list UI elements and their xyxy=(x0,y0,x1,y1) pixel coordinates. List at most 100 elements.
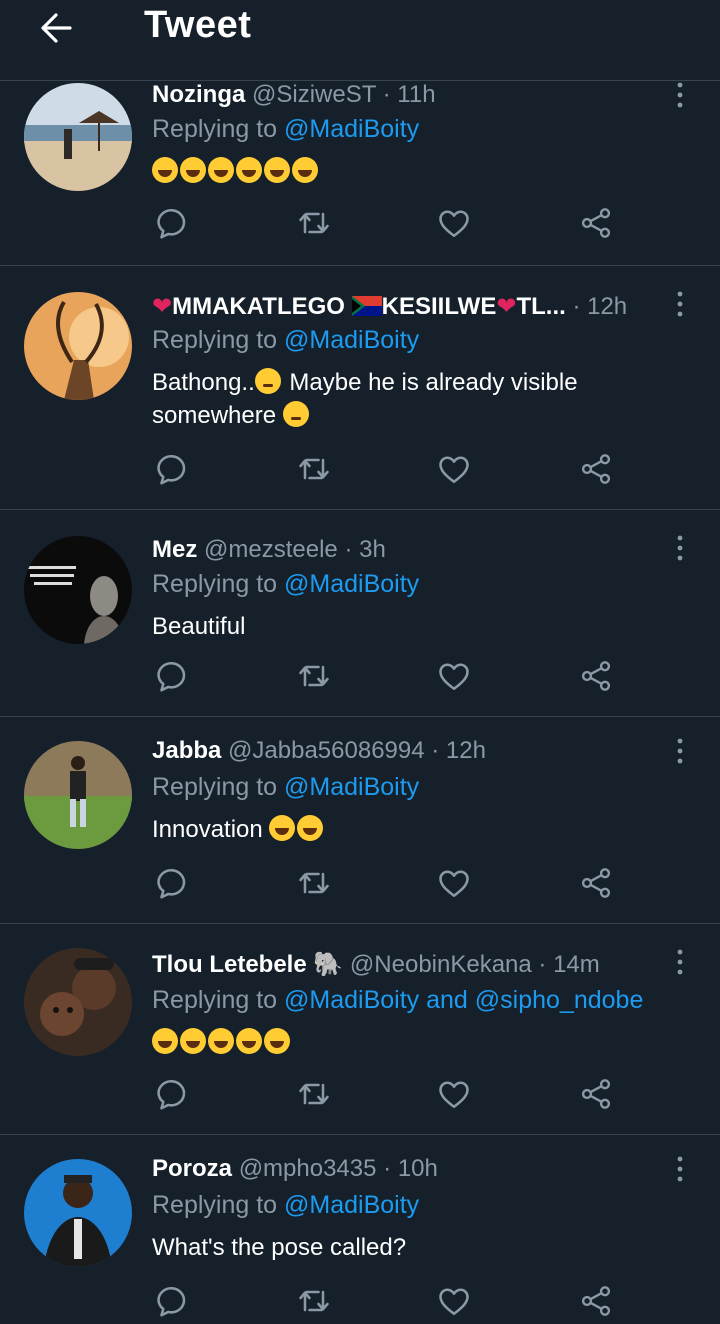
tweet-item[interactable]: Poroza @mpho3435 · 10h Replying to @Madi… xyxy=(0,1135,720,1305)
replying-to-label: Replying to xyxy=(152,115,278,143)
share-icon[interactable] xyxy=(578,865,618,905)
tweet-item[interactable]: Nozinga @SiziweST · 11h Replying to @Mad… xyxy=(0,81,720,266)
user-handle[interactable]: @mpho3435 xyxy=(239,1155,377,1182)
rofl-emoji-icon xyxy=(152,157,178,183)
reply-icon[interactable] xyxy=(154,1076,194,1116)
tweet-text xyxy=(152,155,672,188)
tweet-actions xyxy=(152,1076,622,1116)
mention-link[interactable]: @MadiBoity xyxy=(284,1191,419,1219)
thinking-emoji-icon xyxy=(282,401,309,427)
display-name-part[interactable]: KESIILWE xyxy=(382,293,497,320)
replying-to: Replying to @MadiBoity and @sipho_ndobe xyxy=(152,986,643,1015)
heart-emoji-icon: ❤ xyxy=(496,293,517,320)
share-icon[interactable] xyxy=(578,658,618,698)
replying-to: Replying to @MadiBoity xyxy=(152,570,419,599)
tweet-item[interactable]: Mez @mezsteele · 3h Replying to @MadiBoi… xyxy=(0,510,720,717)
retweet-icon[interactable] xyxy=(296,658,336,698)
user-handle[interactable]: @NeobinKekana xyxy=(350,951,532,978)
rofl-emoji-icon xyxy=(269,815,296,841)
mention-link[interactable]: @MadiBoity xyxy=(284,570,419,598)
tweet-text xyxy=(152,1026,672,1059)
like-icon[interactable] xyxy=(436,658,476,698)
rofl-emoji-icon xyxy=(180,157,206,183)
replying-to: Replying to @MadiBoity xyxy=(152,326,419,355)
rofl-emoji-icon xyxy=(264,1028,290,1054)
retweet-icon[interactable] xyxy=(296,1076,336,1116)
replying-to: Replying to @MadiBoity xyxy=(152,1191,419,1220)
display-name[interactable]: Poroza xyxy=(152,1155,232,1182)
reply-icon[interactable] xyxy=(154,1283,194,1323)
timestamp[interactable]: · 3h xyxy=(344,536,385,563)
share-icon[interactable] xyxy=(578,1076,618,1116)
like-icon[interactable] xyxy=(436,451,476,491)
avatar[interactable] xyxy=(24,948,132,1056)
display-name[interactable]: Mez xyxy=(152,536,197,563)
display-name[interactable]: Nozinga xyxy=(152,81,245,108)
rofl-emoji-icon xyxy=(264,157,290,183)
display-name[interactable]: Tlou Letebele xyxy=(152,951,307,978)
rofl-emoji-icon xyxy=(236,157,262,183)
avatar[interactable] xyxy=(24,292,132,400)
replying-to-label: Replying to xyxy=(152,1191,278,1219)
joy-emoji-icon xyxy=(208,1028,234,1054)
mention-link[interactable]: @MadiBoity xyxy=(284,773,419,801)
display-name[interactable]: Jabba xyxy=(152,737,221,764)
replying-to-label: Replying to xyxy=(152,326,278,354)
reply-icon[interactable] xyxy=(154,865,194,905)
joy-emoji-icon xyxy=(180,1028,206,1054)
timestamp[interactable]: · 12h xyxy=(431,737,486,764)
mention-link[interactable]: @MadiBoity xyxy=(284,326,419,354)
more-options-icon[interactable] xyxy=(668,534,692,562)
share-icon[interactable] xyxy=(578,1283,618,1323)
retweet-icon[interactable] xyxy=(296,451,336,491)
heart-emoji-icon: ❤ xyxy=(152,293,173,320)
more-options-icon[interactable] xyxy=(668,81,692,109)
like-icon[interactable] xyxy=(436,865,476,905)
tweet-item[interactable]: ❤MMAKATLEGO KESIILWE❤TL... · 12h Replyin… xyxy=(0,266,720,510)
timestamp[interactable]: · 14m xyxy=(538,951,599,978)
display-name-part[interactable]: TL... xyxy=(516,293,565,320)
like-icon[interactable] xyxy=(436,205,476,245)
timestamp[interactable]: · 11h xyxy=(383,81,436,108)
top-app-bar: Tweet xyxy=(0,0,720,81)
display-name[interactable]: MMAKATLEGO xyxy=(172,293,345,320)
user-handle[interactable]: @Jabba56086994 xyxy=(228,737,425,764)
like-icon[interactable] xyxy=(436,1076,476,1116)
more-options-icon[interactable] xyxy=(668,737,692,765)
more-options-icon[interactable] xyxy=(668,1155,692,1183)
elephant-emoji-icon: 🐘 xyxy=(313,951,344,978)
more-options-icon[interactable] xyxy=(668,290,692,318)
retweet-icon[interactable] xyxy=(296,1283,336,1323)
mention-link[interactable]: @MadiBoity xyxy=(284,115,419,143)
retweet-icon[interactable] xyxy=(296,865,336,905)
user-handle[interactable]: @SiziweST xyxy=(252,81,376,108)
avatar[interactable] xyxy=(24,741,132,849)
rofl-emoji-icon xyxy=(297,815,324,841)
tweet-text-part: Bathong.. xyxy=(152,369,255,396)
like-icon[interactable] xyxy=(436,1283,476,1323)
tweet-text: Beautiful xyxy=(152,613,246,640)
reply-list: Nozinga @SiziweST · 11h Replying to @Mad… xyxy=(0,81,720,1305)
retweet-icon[interactable] xyxy=(296,205,336,245)
avatar[interactable] xyxy=(24,1159,132,1267)
share-icon[interactable] xyxy=(578,205,618,245)
share-icon[interactable] xyxy=(578,451,618,491)
more-options-icon[interactable] xyxy=(668,948,692,976)
replying-to: Replying to @MadiBoity xyxy=(152,115,419,144)
replying-to-label: Replying to xyxy=(152,570,278,598)
back-arrow-icon[interactable] xyxy=(36,8,76,48)
tweet-actions xyxy=(152,205,622,245)
avatar[interactable] xyxy=(24,83,132,191)
reply-icon[interactable] xyxy=(154,205,194,245)
timestamp[interactable]: · 12h xyxy=(572,293,627,320)
tweet-item[interactable]: Jabba @Jabba56086994 · 12h Replying to @… xyxy=(0,717,720,924)
user-handle[interactable]: @mezsteele xyxy=(204,536,338,563)
avatar[interactable] xyxy=(24,536,132,644)
tweet-item[interactable]: Tlou Letebele 🐘 @NeobinKekana · 14m Repl… xyxy=(0,924,720,1135)
timestamp[interactable]: · 10h xyxy=(383,1155,438,1182)
tweet-text: What's the pose called? xyxy=(152,1234,407,1261)
mention-link[interactable]: @MadiBoity and @sipho_ndobe xyxy=(284,986,643,1014)
page-title: Tweet xyxy=(144,4,252,46)
reply-icon[interactable] xyxy=(154,451,194,491)
reply-icon[interactable] xyxy=(154,658,194,698)
